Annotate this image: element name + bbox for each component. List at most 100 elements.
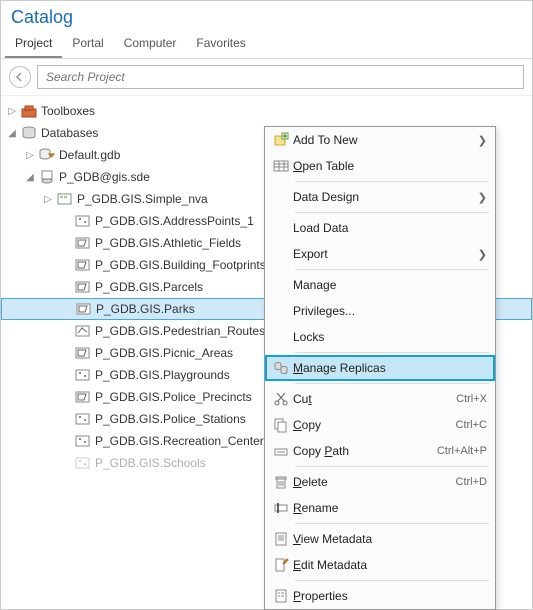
tree-label: P_GDB.GIS.Police_Precincts	[95, 390, 252, 404]
menu-item-label: View Metadata	[293, 532, 487, 546]
menu-item-load-data[interactable]: Load Data	[265, 215, 495, 241]
menu-shortcut: Ctrl+X	[456, 393, 487, 405]
gdb-icon	[39, 147, 55, 163]
chevron-right-icon: ❯	[474, 248, 487, 261]
menu-separator	[295, 181, 489, 182]
point-layer-icon	[75, 455, 91, 471]
expand-icon[interactable]: ▷	[43, 194, 53, 205]
expand-icon[interactable]: ▷	[25, 150, 35, 161]
tree-label: P_GDB.GIS.Parks	[96, 302, 195, 316]
tab-bar: Project Portal Computer Favorites	[1, 32, 532, 59]
menu-separator	[295, 580, 489, 581]
chevron-right-icon: ❯	[474, 134, 487, 147]
menu-item-cut[interactable]: CutCtrl+X	[265, 386, 495, 412]
menu-item-label: Add To New	[293, 133, 474, 147]
menu-item-rename[interactable]: Rename	[265, 495, 495, 521]
tree-label: Default.gdb	[59, 148, 120, 162]
menu-item-data-design[interactable]: Data Design❯	[265, 184, 495, 210]
add-to-new-icon	[269, 127, 293, 153]
tree-label: P_GDB.GIS.Athletic_Fields	[95, 236, 241, 250]
edit-meta-icon	[269, 552, 293, 578]
menu-item-add-to-new[interactable]: Add To New❯	[265, 127, 495, 153]
menu-item-copy[interactable]: CopyCtrl+C	[265, 412, 495, 438]
replicas-icon	[269, 355, 293, 381]
chevron-right-icon: ❯	[474, 191, 487, 204]
menu-item-label: Manage	[293, 278, 487, 292]
panel-title: Catalog	[1, 1, 532, 32]
menu-item-delete[interactable]: DeleteCtrl+D	[265, 469, 495, 495]
point-layer-icon	[75, 213, 91, 229]
copy-icon	[269, 412, 293, 438]
collapse-icon[interactable]: ◢	[25, 172, 35, 183]
point-layer-icon	[75, 433, 91, 449]
tree-label: P_GDB.GIS.Building_Footprints	[95, 258, 266, 272]
menu-item-label: Cut	[293, 392, 456, 406]
view-meta-icon	[269, 526, 293, 552]
search-input[interactable]	[37, 65, 524, 89]
blank-icon	[269, 324, 293, 350]
polygon-layer-icon	[76, 301, 92, 317]
search-bar	[1, 59, 532, 96]
expand-icon[interactable]: ▷	[7, 106, 17, 117]
tree-label: P_GDB.GIS.AddressPoints_1	[95, 214, 254, 228]
tree-label: P_GDB.GIS.Parcels	[95, 280, 203, 294]
toolbox-icon	[21, 103, 37, 119]
tree-label: P_GDB.GIS.Police_Stations	[95, 412, 246, 426]
menu-item-manage-replicas[interactable]: Manage Replicas	[265, 355, 495, 381]
menu-separator	[295, 212, 489, 213]
arrow-left-icon	[14, 71, 26, 83]
menu-item-view-metadata[interactable]: View Metadata	[265, 526, 495, 552]
menu-item-label: Properties	[293, 589, 487, 603]
blank-icon	[269, 241, 293, 267]
menu-item-label: Export	[293, 247, 474, 261]
tree-label: Toolboxes	[41, 104, 95, 118]
tab-favorites[interactable]: Favorites	[186, 32, 255, 58]
table-icon	[269, 153, 293, 179]
menu-item-label: Copy Path	[293, 444, 437, 458]
menu-item-label: Load Data	[293, 221, 487, 235]
back-button[interactable]	[9, 66, 31, 88]
tab-project[interactable]: Project	[5, 32, 62, 58]
tree-label: P_GDB.GIS.Simple_nva	[77, 192, 208, 206]
menu-item-label: Privileges...	[293, 304, 487, 318]
tab-portal[interactable]: Portal	[62, 32, 113, 58]
menu-item-label: Data Design	[293, 190, 474, 204]
polygon-layer-icon	[75, 279, 91, 295]
menu-item-locks[interactable]: Locks	[265, 324, 495, 350]
menu-shortcut: Ctrl+D	[456, 476, 487, 488]
tree-label: Databases	[41, 126, 98, 140]
tree-label: P_GDB.GIS.Recreation_Centers	[95, 434, 270, 448]
tree-label: P_GDB@gis.sde	[59, 170, 150, 184]
delete-icon	[269, 469, 293, 495]
menu-item-label: Manage Replicas	[293, 361, 487, 375]
rename-icon	[269, 495, 293, 521]
feature-dataset-icon	[57, 191, 73, 207]
collapse-icon[interactable]: ◢	[7, 128, 17, 139]
menu-item-privileges[interactable]: Privileges...	[265, 298, 495, 324]
menu-item-label: Delete	[293, 475, 456, 489]
menu-item-properties[interactable]: Properties	[265, 583, 495, 609]
menu-item-open-table[interactable]: Open Table	[265, 153, 495, 179]
menu-separator	[295, 269, 489, 270]
polygon-layer-icon	[75, 257, 91, 273]
menu-item-label: Edit Metadata	[293, 558, 487, 572]
blank-icon	[269, 184, 293, 210]
menu-item-manage[interactable]: Manage	[265, 272, 495, 298]
sde-connection-icon	[39, 169, 55, 185]
menu-item-export[interactable]: Export❯	[265, 241, 495, 267]
tree-label: P_GDB.GIS.Playgrounds	[95, 368, 230, 382]
tab-computer[interactable]: Computer	[114, 32, 187, 58]
menu-item-copy-path[interactable]: Copy PathCtrl+Alt+P	[265, 438, 495, 464]
polygon-layer-icon	[75, 389, 91, 405]
menu-shortcut: Ctrl+Alt+P	[437, 445, 487, 457]
menu-separator	[295, 352, 489, 353]
menu-item-edit-metadata[interactable]: Edit Metadata	[265, 552, 495, 578]
tree-label: P_GDB.GIS.Picnic_Areas	[95, 346, 233, 360]
blank-icon	[269, 298, 293, 324]
menu-item-label: Copy	[293, 418, 456, 432]
menu-item-label: Open Table	[293, 159, 487, 173]
menu-item-label: Locks	[293, 330, 487, 344]
properties-icon	[269, 583, 293, 609]
tree-node-toolboxes[interactable]: ▷ Toolboxes	[1, 100, 532, 122]
polygon-layer-icon	[75, 235, 91, 251]
